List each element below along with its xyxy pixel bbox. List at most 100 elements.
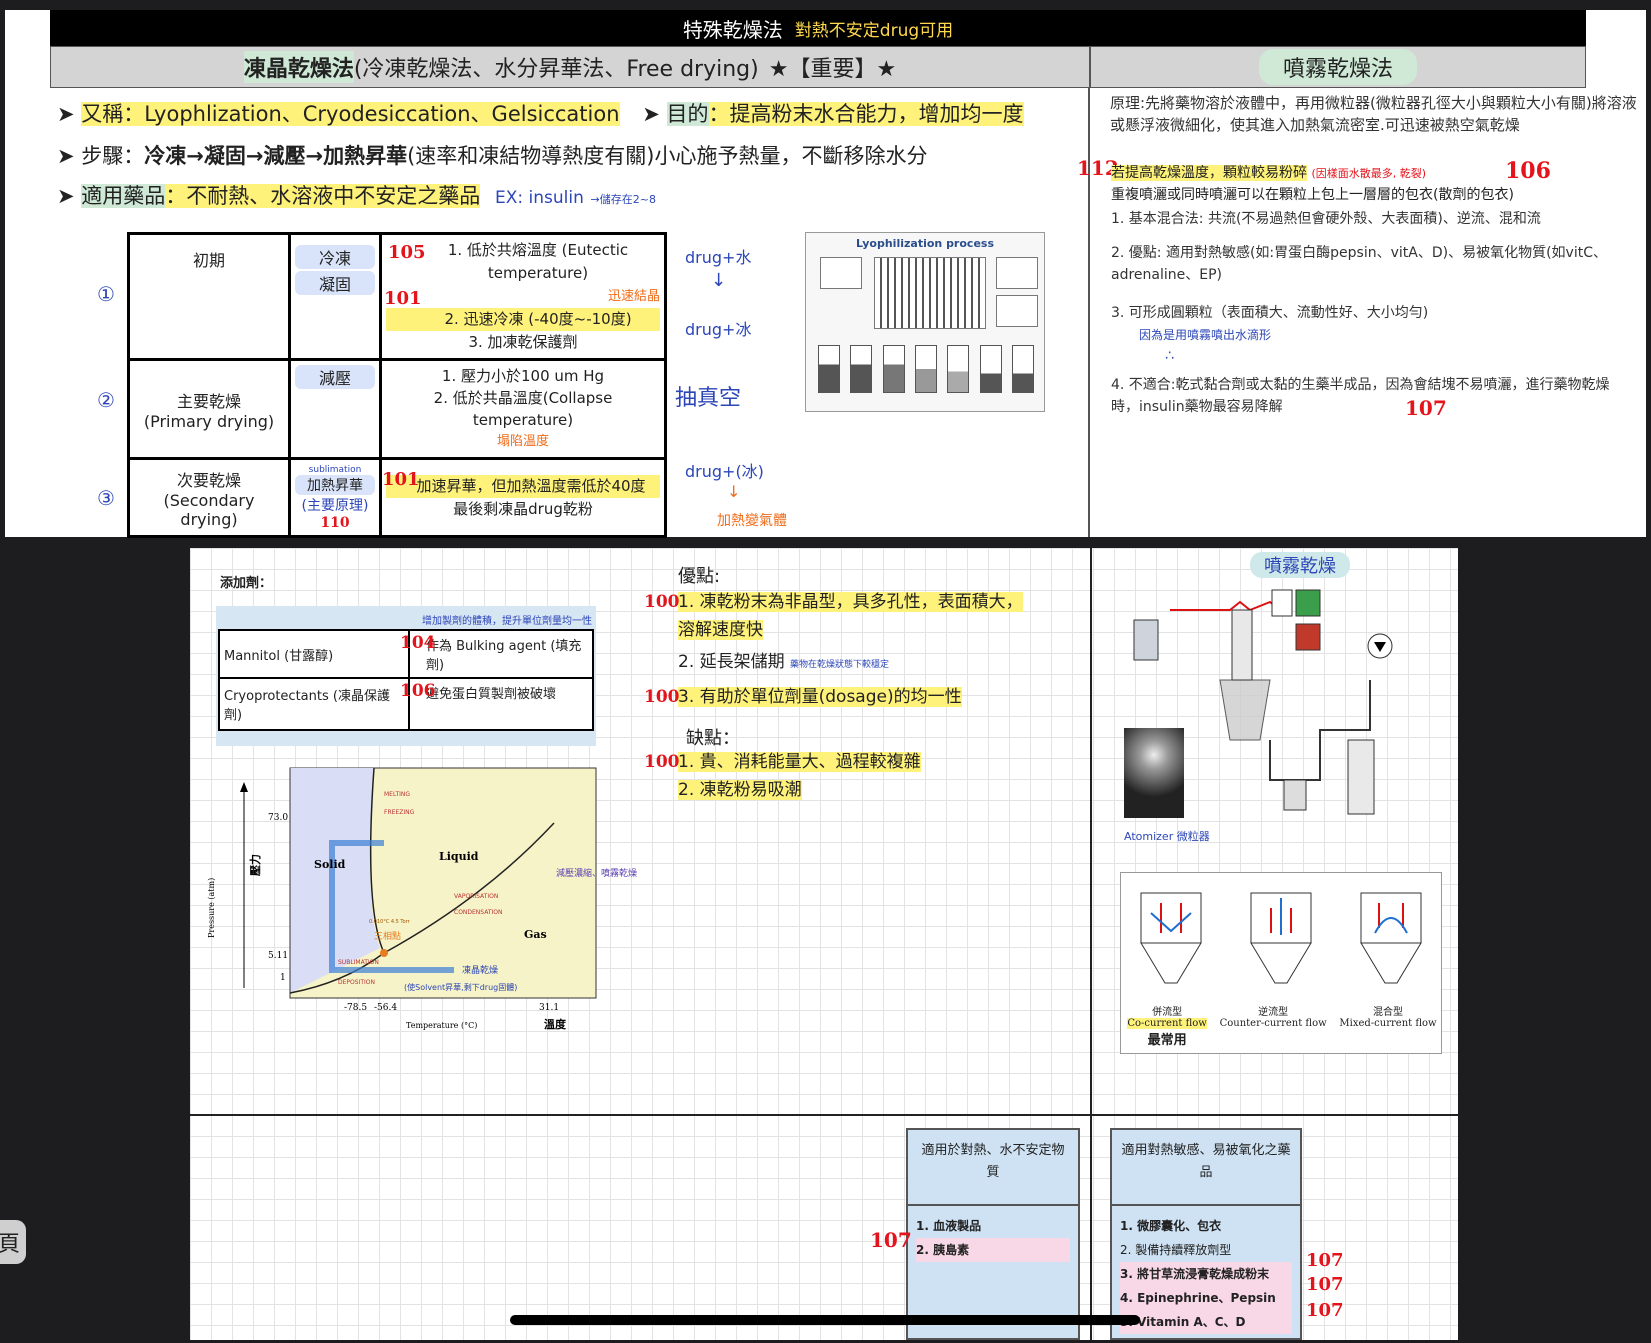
column-divider [1090,548,1092,1340]
step-num-110: 110 [320,514,350,531]
note-heat-gas: 加熱變氣體 [717,513,787,529]
additive-panel: 增加製劑的體積，提升單位劑量均一性 Mannitol (甘露醇) 104 作為 … [216,606,596,746]
counter-current-dryer [1250,892,1312,984]
label-freezing: FREEZING [384,809,415,816]
drugs-note-storage: →儲存在2~8 [590,193,656,206]
label-vaporisation: VAPORISATION [454,893,498,900]
list-item: 2. 胰島素 [916,1238,1070,1262]
adv-text: 2. 延長架儲期 [678,652,785,672]
table-header: 適用對熱敏感、易被氧化之藥品 [1112,1130,1300,1206]
list-item: 2. 製備持續釋放劑型 [1120,1243,1232,1257]
note-num-101: 101 [384,288,422,309]
row-divider [190,1114,1458,1116]
step-note: sublimation [308,464,362,475]
droplet-icon: ∴ [1165,348,1174,364]
y-tick: 1 [280,973,286,983]
dis-text: 2. 凍乾粉易吸潮 [678,780,802,800]
spray-item-2: 2. 優點: 適用對熱敏感(如:胃蛋白酶pepsin、vitA、D)、易被氧化物… [1111,245,1607,283]
lyophilization-process-diagram: Lyophilization process [805,232,1045,412]
desc-line: 2. 迅速冷凍 (-40度~-10度) [386,308,660,331]
desc-line: 1. 低於共熔溫度 (Eutectic temperature) [447,241,629,282]
list-item: 3. 將甘草流浸膏乾燥成粉末 [1120,1262,1292,1286]
flow-types-diagram [1140,892,1422,984]
num-104: 104 [400,633,436,653]
lyophilization-header: 凍晶乾燥法 (冷凍乾燥法、水分昇華法、Free drying) ★【重要】★ [50,46,1090,88]
adv-title: 優點: [678,566,721,587]
table-row: 次要乾燥 (Secondary drying) sublimation 加熱昇華… [127,457,667,538]
y-axis-label: Pressure (atm) [207,878,216,938]
heater-container [1295,623,1321,651]
step-cell: 冷凍 凝固 [288,232,382,361]
label-sublimation: SUBLIMATION [338,959,379,966]
note-sublimation: 凍晶乾燥 [462,964,498,976]
spray-item-3-note: 因為是用噴霧噴出水滴形 [1139,328,1272,342]
temp-note-small: (因樣面水散最多, 乾裂) [1311,167,1427,180]
adv-list: 100 1. 凍乾粉末為非晶型，具多孔性，表面積大，溶解速度快 2. 延長架儲期… [644,588,1030,711]
title-bar: 特殊乾燥法 對熱不安定drug可用 [50,10,1586,46]
flow-type-zh: 混合型 [1373,1007,1403,1018]
desc-note: 塌陷溫度 [496,434,549,449]
adv-text: 3. 有助於單位劑量(dosage)的均一性 [678,687,962,707]
y-tick: 5.11 [268,951,288,961]
temp-note: 若提高乾燥溫度，顆粒較易粉碎 [1111,165,1307,181]
table-body: 1. 微膠囊化、包衣 2. 製備持續釋放劑型 3. 將甘草流浸膏乾燥成粉末 4.… [1112,1206,1300,1342]
lyo-process-title: Lyophilization process [855,237,994,250]
top-note-page: 特殊乾燥法 對熱不安定drug可用 凍晶乾燥法 (冷凍乾燥法、水分昇華法、Fre… [5,10,1646,538]
phase-zh: 主要乾燥 [176,391,241,411]
adv-num: 100 [644,592,680,612]
desc-line: 加速昇華，但加熱溫度需低於40度 [386,474,660,498]
horizontal-scrollbar[interactable] [510,1315,1140,1325]
steps-line: ➤ 步驟：冷凍→凝固→減壓→加熱昇華(速率和凍結物導熱度有關)小心施予熱量，不斷… [57,144,928,168]
drugs-line: ➤ 適用藥品：不耐熱、水溶液中不安定之藥品 EX: insulin →儲存在2~… [57,184,656,208]
step-heat-sublimation: 加熱昇華 [295,474,375,495]
additive-name: Mannitol (甘露醇) [218,629,410,679]
phase-diagram: 73.0 5.11 1 -78.5 -56.4 31.1 Solid Liqui… [207,767,637,1031]
flow-type: 混合型 Mixed-current flow [1339,1003,1436,1048]
phase-cell: 主要乾燥 (Primary drying) [127,358,291,460]
desc-line: 2. 低於共晶溫度(Collapse temperature) [433,389,613,429]
flow-type-zh: 逆流型 [1258,1007,1289,1018]
list-item: 2. 凍乾粉易吸潮 [650,776,1030,804]
num-107: 107 [1306,1274,1344,1295]
note-drug-water: drug+水 [685,248,752,267]
lyo-header-star: ★【重要】★ [768,57,897,82]
table-row: 初期 冷凍 凝固 105 101 1. 低於共熔溫度 (Eutectic tem… [127,232,667,361]
additive-desc: 避免蛋白質製劑被破壞 [426,687,557,702]
flow-type-en: Mixed-current flow [1339,1018,1437,1029]
lyo-applications-table: 適用於對熱、水不安定物質 1. 血液製品 2. 胰島素 [906,1128,1080,1340]
list-item: 100 1. 貴、消耗能量大、過程較複雜 [644,748,1030,776]
y-axis-label-note: 壓力 [248,854,262,876]
diagram-box-part [996,295,1038,327]
num-106: 106 [400,681,436,701]
additive-desc-cell: 106 避免蛋白質製劑被破壞 [400,677,594,731]
side-tab[interactable]: 頁 [0,1220,26,1264]
additive-name: Cryoprotectants (凍晶保護劑) [218,677,410,731]
label-melting: MELTING [384,791,410,798]
triple-point-label: 0.010°C 4.5 Torr [369,919,411,925]
triple-point-note: 三相點 [374,930,401,942]
table-header: 適用於對熱、水不安定物質 [908,1130,1078,1206]
steps-rest: (速率和凍結物導熱度有關)小心施予熱量，不斷移除水分 [407,144,928,168]
temp-line: 若提高乾燥溫度，顆粒較易粉碎 (因樣面水散最多, 乾裂) [1111,162,1426,182]
num-107: 107 [1405,396,1447,420]
label-condensation: CONDENSATION [454,909,503,916]
alias-line: ➤ 又稱：Lyophlization、Cryodesiccation、Gelsi… [57,102,1024,126]
table-body: 1. 血液製品 2. 胰島素 [908,1206,1078,1270]
liquid-container [1271,589,1293,617]
bottom-note-page: 添加劑： 增加製劑的體積，提升單位劑量均一性 Mannitol (甘露醇) 10… [190,548,1458,1340]
steps-bold: 冷凍→凝固→減壓→加熱昇華 [144,144,408,168]
flow-type-labels: 併流型 Co-current flow 最常用 逆流型 Counter-curr… [1121,1003,1443,1048]
steps-label: 步驟： [81,144,145,168]
spray-header-label: 噴霧乾燥法 [1258,49,1417,85]
region-solid: Solid [314,858,346,871]
step-main-principle: (主要原理) [301,497,369,514]
flow-type-note: 最常用 [1147,1033,1187,1048]
flow-type-en: Counter-current flow [1219,1018,1327,1029]
list-item: 100 3. 有助於單位劑量(dosage)的均一性 [644,683,1030,711]
note-vacuum: 抽真空 [675,386,742,411]
dis-num: 100 [644,752,680,772]
co-current-dryer [1140,892,1202,984]
x-axis-label: Temperature (°C) [406,1021,477,1030]
spray-principle: 原理:先將藥物溶於液體中，再用微粒器(微粒器孔徑大小與顆粒大小有關)將溶液或懸浮… [1110,94,1637,134]
filter-column [1347,739,1375,815]
